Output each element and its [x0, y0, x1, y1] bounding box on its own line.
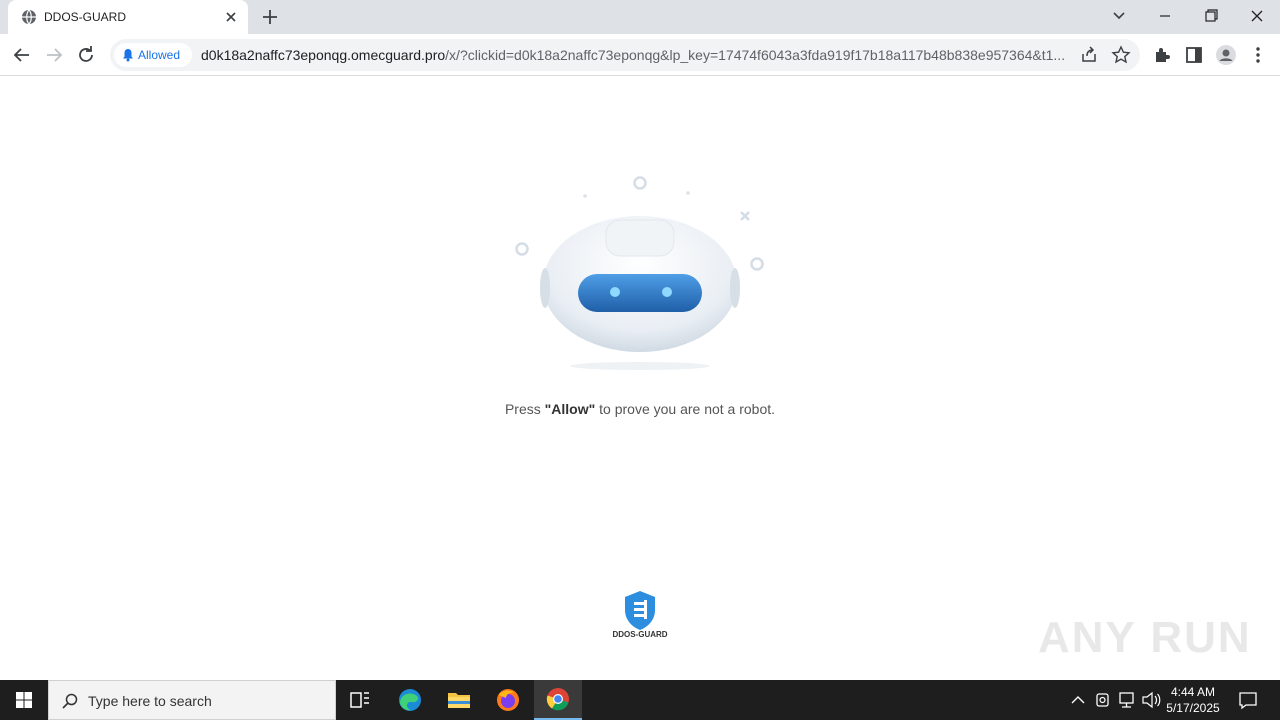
address-bar[interactable]: Allowed d0k18a2naffc73eponqg.omecguard.p… — [110, 39, 1140, 71]
windows-taskbar: Type here to search 4:44 AM 5/17/2025 — [0, 680, 1280, 720]
clock-time: 4:44 AM — [1170, 685, 1216, 699]
url-path: /x/?clickid=d0k18a2naffc73eponqg&lp_key=… — [445, 47, 1066, 63]
restore-icon[interactable] — [1199, 5, 1223, 27]
forward-arrow-icon[interactable] — [42, 43, 66, 67]
anyrun-watermark: ANY RUN — [1038, 613, 1252, 662]
taskbar-clock[interactable]: 4:44 AM 5/17/2025 — [1160, 684, 1226, 716]
network-icon[interactable] — [1116, 680, 1138, 720]
robot-illustration — [515, 176, 764, 370]
share-icon[interactable] — [1079, 45, 1099, 65]
reload-icon[interactable] — [74, 43, 98, 67]
permission-chip-label: Allowed — [138, 48, 181, 62]
minimize-icon[interactable] — [1153, 5, 1177, 27]
bookmark-star-icon[interactable] — [1111, 45, 1131, 65]
tab-strip: DDOS-GUARD — [0, 0, 1280, 34]
message-prefix: Press — [504, 401, 545, 417]
back-arrow-icon[interactable] — [10, 43, 34, 67]
profile-avatar-icon[interactable] — [1214, 43, 1238, 67]
globe-icon — [22, 9, 36, 25]
taskbar-search-box[interactable]: Type here to search — [48, 680, 336, 720]
url-text[interactable]: d0k18a2naffc73eponqg.omecguard.pro/x/?cl… — [201, 47, 1071, 63]
page-content: Press "Allow" to prove you are not a rob… — [0, 77, 1280, 680]
message-suffix: to prove you are not a robot. — [595, 401, 776, 417]
extensions-puzzle-icon[interactable] — [1150, 43, 1174, 67]
windows-start-icon[interactable] — [0, 680, 48, 720]
chrome-icon — [546, 688, 569, 711]
bell-icon — [123, 49, 133, 62]
notification-permission-chip[interactable]: Allowed — [114, 43, 192, 67]
search-icon — [62, 693, 78, 709]
tab-search-chevron-icon[interactable] — [1107, 5, 1131, 27]
meet-now-icon[interactable] — [1092, 680, 1114, 720]
browser-toolbar: Allowed d0k18a2naffc73eponqg.omecguard.p… — [0, 34, 1280, 76]
captcha-instruction: Press "Allow" to prove you are not a rob… — [0, 401, 1280, 417]
file-explorer-icon[interactable] — [435, 680, 483, 720]
search-placeholder: Type here to search — [88, 693, 212, 709]
side-panel-icon[interactable] — [1182, 43, 1206, 67]
task-view-icon[interactable] — [336, 680, 384, 720]
close-icon[interactable] — [223, 9, 239, 25]
notification-center-icon[interactable] — [1236, 680, 1260, 720]
show-hidden-icons-chevron-icon[interactable] — [1068, 680, 1088, 720]
firefox-icon[interactable] — [484, 680, 532, 720]
clock-date: 5/17/2025 — [1166, 701, 1220, 715]
new-tab-plus-icon[interactable] — [260, 7, 280, 27]
url-host: d0k18a2naffc73eponqg.omecguard.pro — [201, 47, 446, 63]
volume-icon[interactable] — [1140, 680, 1162, 720]
kebab-menu-icon[interactable] — [1246, 43, 1270, 67]
tab-title: DDOS-GUARD — [44, 10, 127, 24]
tab-ddos-guard[interactable]: DDOS-GUARD — [8, 0, 248, 34]
message-allow-emphasis: "Allow" — [544, 401, 596, 417]
chrome-taskbar-button[interactable] — [534, 680, 582, 720]
window-close-icon[interactable] — [1245, 5, 1269, 27]
edge-browser-icon[interactable] — [386, 680, 434, 720]
